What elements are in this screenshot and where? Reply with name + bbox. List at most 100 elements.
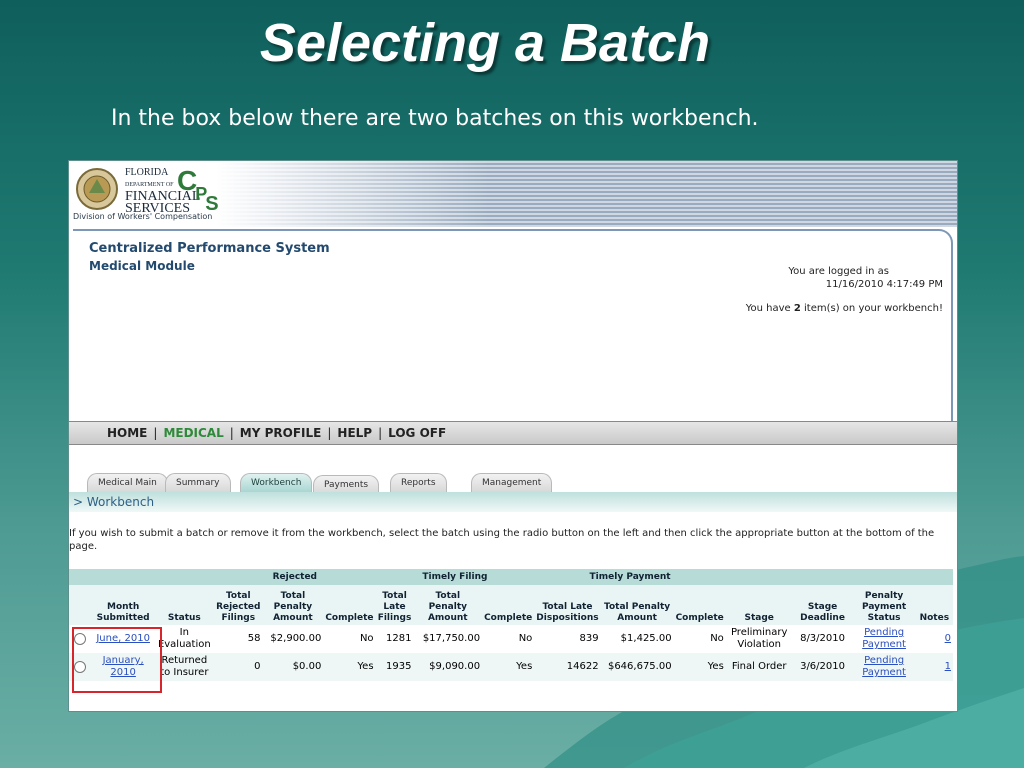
workbench-count: 2 [793, 303, 801, 314]
workbench-suffix: item(s) on your workbench! [800, 303, 943, 314]
main-nav: HOME | MEDICAL | MY PROFILE | HELP | LOG OFF [69, 421, 957, 445]
selection-highlight-box [72, 627, 162, 693]
tab-management[interactable]: Management [471, 473, 553, 492]
group-empty [792, 569, 853, 585]
nav-separator: | [327, 426, 332, 440]
filing-penalty-cell: $9,090.00 [413, 653, 483, 681]
filing-penalty-cell: $17,750.00 [422, 633, 481, 644]
slide-title: Selecting a Batch [259, 13, 711, 73]
col-status: Status [154, 585, 215, 625]
total-rejected-cell: 58 [247, 633, 261, 644]
nav-separator: | [153, 426, 158, 440]
stage-deadline-cell: 3/6/2010 [792, 653, 853, 681]
division-label: Division of Workers' Compensation [73, 212, 213, 221]
cps-c: C [177, 165, 197, 196]
cps-logo: CPS [177, 165, 219, 215]
total-rejected-cell: 0 [214, 653, 263, 681]
group-empty [725, 569, 793, 585]
payment-penalty-cell: $646,675.00 [600, 653, 674, 681]
column-header-row: Month Submitted Status Total Rejected Fi… [69, 585, 953, 625]
late-dispositions-cell: 14622 [534, 653, 601, 681]
group-empty [69, 569, 92, 585]
table-row[interactable]: January, 2010 Returned to Insurer 0 $0.0… [69, 653, 953, 681]
workbench-count-message: You have 2 item(s) on your workbench! [746, 303, 943, 314]
stage-deadline-cell: 8/3/2010 [800, 633, 845, 644]
cps-p: P [195, 184, 207, 204]
late-filings-cell: 1935 [375, 653, 414, 681]
col-payment-penalty: Total Penalty Amount [600, 585, 674, 625]
tab-reports[interactable]: Reports [390, 473, 447, 492]
group-timely-filing: Timely Filing [375, 569, 535, 585]
section-header: > Workbench [69, 492, 957, 512]
group-timely-payment: Timely Payment [534, 569, 726, 585]
notes-cell: 1 [915, 653, 953, 681]
section-label: > Workbench [73, 495, 155, 509]
group-empty [852, 569, 916, 585]
late-dispositions-cell: 839 [579, 633, 599, 644]
col-late-filings: Total Late Filings [375, 585, 414, 625]
header-panel [73, 229, 953, 421]
nav-items: HOME | MEDICAL | MY PROFILE | HELP | LOG OFF [107, 426, 446, 440]
col-notes: Notes [915, 585, 953, 625]
workbench-table: Rejected Timely Filing Timely Payment Mo… [69, 569, 953, 681]
login-label: You are logged in as [788, 266, 889, 277]
col-filing-penalty: Total Penalty Amount [413, 585, 483, 625]
notes-link[interactable]: 0 [945, 633, 951, 644]
tab-workbench[interactable]: Workbench [240, 473, 313, 492]
col-select [69, 585, 92, 625]
penalty-status-cell: Pending Payment [853, 625, 916, 653]
slide-subtitle: In the box below there are two batches o… [111, 106, 759, 131]
rejected-penalty-cell: $0.00 [262, 653, 324, 681]
nav-my-profile[interactable]: MY PROFILE [240, 426, 322, 440]
tab-medical-main[interactable]: Medical Main [87, 473, 168, 492]
col-payment-complete: Complete [673, 585, 726, 625]
payment-complete-cell: Yes [673, 653, 726, 681]
notes-cell: 0 [916, 625, 953, 653]
workbench-prefix: You have [745, 303, 794, 314]
late-filings-cell: 1281 [386, 633, 412, 644]
group-rejected: Rejected [214, 569, 376, 585]
col-total-rejected: Total Rejected Filings [214, 585, 263, 625]
table-row[interactable]: June, 2010 In Evaluation 58 $2,900.00 No… [69, 625, 953, 653]
tab-summary[interactable]: Summary [165, 473, 231, 492]
rejected-penalty-cell: $2,900.00 [270, 633, 322, 644]
penalty-status-link[interactable]: Pending Payment [862, 627, 906, 650]
stage-cell: Final Order [725, 653, 793, 681]
col-stage-deadline: Stage Deadline [792, 585, 853, 625]
group-empty [154, 569, 215, 585]
application-screenshot: FLORIDA DEPARTMENT OF FINANCIAL SERVICES… [68, 160, 958, 712]
payment-penalty-cell: $1,425.00 [620, 633, 672, 644]
status-cell: Returned to Insurer [154, 653, 215, 681]
stage-cell: Preliminary Violation [730, 627, 788, 650]
instructions-text: If you wish to submit a batch or remove … [69, 528, 935, 552]
nav-log-off[interactable]: LOG OFF [388, 426, 446, 440]
penalty-status-link[interactable]: Pending Payment [862, 655, 906, 678]
group-header-row: Rejected Timely Filing Timely Payment [69, 569, 953, 585]
nav-separator: | [378, 426, 383, 440]
group-empty [915, 569, 953, 585]
system-title: Centralized Performance System [89, 241, 330, 256]
florida-seal-icon [76, 168, 118, 210]
payment-complete-cell: No [710, 633, 724, 644]
nav-medical[interactable]: MEDICAL [163, 426, 223, 440]
filing-complete-cell: No [518, 633, 533, 644]
nav-help[interactable]: HELP [337, 426, 372, 440]
col-penalty-status: Penalty Payment Status [852, 585, 916, 625]
nav-home[interactable]: HOME [107, 426, 147, 440]
col-late-dispositions: Total Late Dispositions [534, 585, 601, 625]
status-cell: In Evaluation [157, 627, 211, 650]
col-rejected-complete: Complete [323, 585, 376, 625]
group-empty [91, 569, 155, 585]
notes-link[interactable]: 1 [945, 661, 951, 672]
penalty-status-cell: Pending Payment [852, 653, 916, 681]
module-title: Medical Module [89, 259, 195, 273]
col-month: Month Submitted [91, 585, 155, 625]
filing-complete-cell: Yes [482, 653, 535, 681]
col-stage: Stage [725, 585, 793, 625]
col-rejected-penalty: Total Penalty Amount [262, 585, 324, 625]
login-time: 11/16/2010 4:17:49 PM [825, 279, 943, 290]
nav-separator: | [229, 426, 234, 440]
rejected-complete-cell: Yes [323, 653, 376, 681]
rejected-complete-cell: No [359, 633, 374, 644]
col-filing-complete: Complete [482, 585, 535, 625]
